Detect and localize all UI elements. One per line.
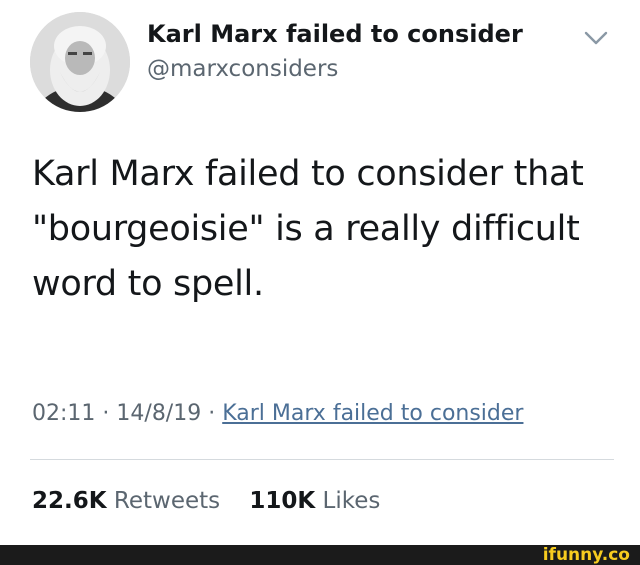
divider (30, 459, 614, 460)
display-name[interactable]: Karl Marx failed to consider (147, 20, 523, 48)
retweets-label: Retweets (113, 488, 221, 514)
engagement-stats: 22.6K Retweets 110K Likes (32, 488, 380, 514)
tweet-date: 14/8/19 (116, 401, 202, 426)
likes-count: 110K (249, 488, 316, 514)
likes-stat[interactable]: 110K Likes (249, 488, 380, 514)
tweet-card: Karl Marx failed to consider @marxconsid… (0, 0, 640, 545)
avatar[interactable] (30, 12, 130, 112)
watermark-bar: ifunny.co (0, 545, 640, 565)
retweets-stat[interactable]: 22.6K Retweets (32, 488, 220, 514)
separator-dot: · (208, 401, 216, 426)
tweet-source-link[interactable]: Karl Marx failed to consider (222, 401, 523, 426)
retweets-count: 22.6K (32, 488, 107, 514)
user-handle[interactable]: @marxconsiders (147, 56, 338, 82)
avatar-portrait-icon (30, 12, 130, 112)
chevron-down-icon[interactable] (582, 28, 610, 48)
tweet-metadata: 02:11 · 14/8/19 · Karl Marx failed to co… (32, 401, 523, 426)
ifunny-watermark: ifunny.co (542, 545, 630, 565)
tweet-time: 02:11 (32, 401, 96, 426)
likes-label: Likes (322, 488, 381, 514)
tweet-text: Karl Marx failed to consider that "bourg… (32, 154, 584, 304)
separator-dot: · (102, 401, 110, 426)
